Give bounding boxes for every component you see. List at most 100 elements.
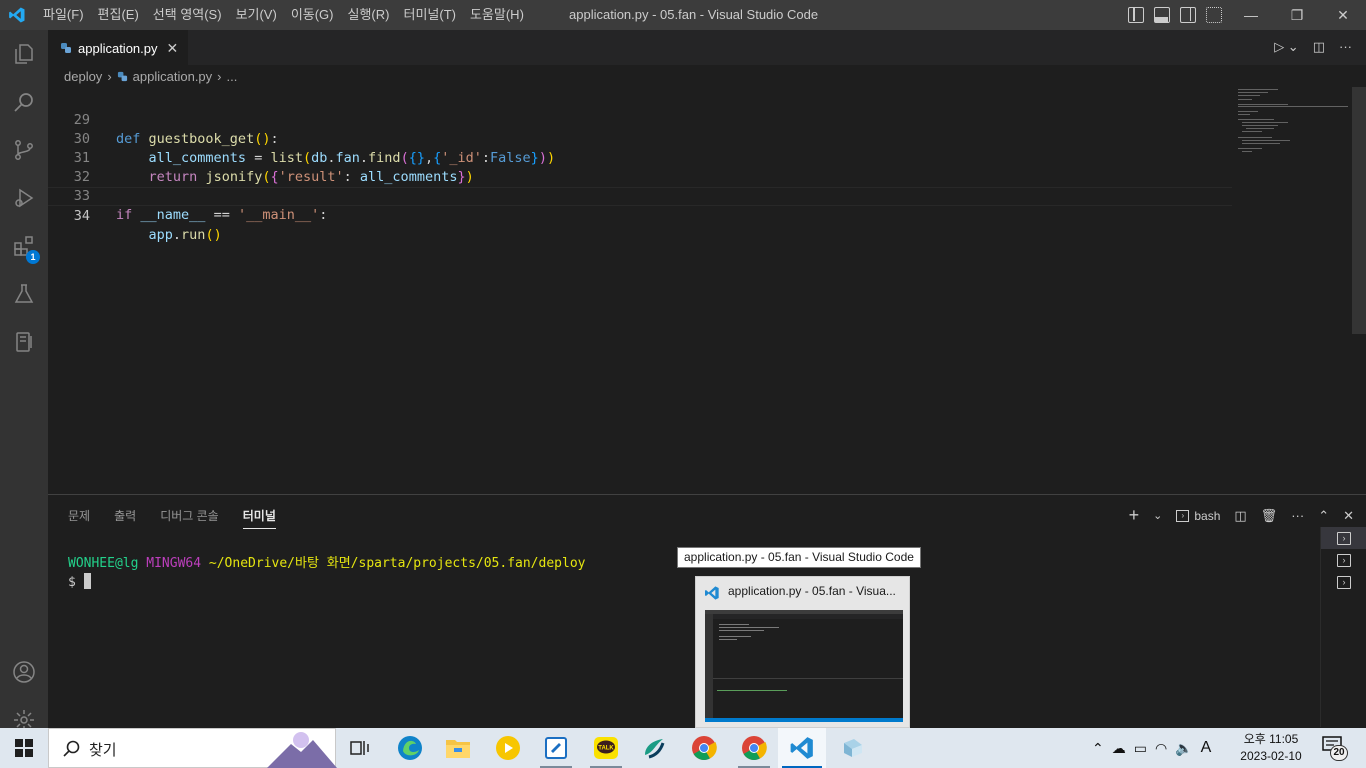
vscode-logo-icon: [705, 586, 719, 600]
editor-scrollbar[interactable]: [1352, 87, 1366, 494]
more-actions-icon[interactable]: ···: [1339, 39, 1352, 55]
terminal-system: MINGW64: [146, 556, 202, 571]
extensions-badge: 1: [26, 250, 40, 264]
minimap[interactable]: [1238, 87, 1356, 167]
code-line: 29 def guestbook_get():: [48, 92, 1232, 147]
file-explorer-icon[interactable]: [434, 728, 482, 768]
taskbar-search-box[interactable]: 찾기: [48, 728, 337, 768]
menu-view[interactable]: 보기(V): [229, 0, 284, 30]
toggle-secondary-sidebar-icon[interactable]: [1180, 7, 1196, 23]
menu-run[interactable]: 실행(R): [341, 0, 397, 30]
terminal-icon: ›: [1337, 553, 1351, 567]
terminal-instance[interactable]: ›: [1321, 527, 1366, 549]
breadcrumb-folder[interactable]: deploy: [64, 69, 102, 84]
chevron-down-icon[interactable]: ⌄: [1153, 509, 1162, 522]
restore-icon[interactable]: ❐: [1274, 0, 1320, 30]
terminal-prompt: $: [68, 575, 76, 590]
menu-edit[interactable]: 편집(E): [91, 0, 146, 30]
breadcrumb-file[interactable]: application.py: [133, 69, 213, 84]
svg-text:TALK: TALK: [598, 746, 614, 752]
notification-center[interactable]: 20: [1322, 736, 1348, 761]
testing-icon[interactable]: [0, 270, 48, 318]
chrome-icon[interactable]: [680, 728, 728, 768]
panel-actions: + ⌄ › bash ◫ 🗑 ··· ⌃ ✕: [1129, 505, 1354, 526]
taskbar-thumbnail[interactable]: application.py - 05.fan - Visua...: [695, 576, 910, 728]
terminal-instance[interactable]: ›: [1321, 549, 1366, 571]
menu-file[interactable]: 파일(F): [36, 0, 91, 30]
menu-help[interactable]: 도움말(H): [463, 0, 531, 30]
thumbnail-preview: [705, 610, 903, 722]
search-icon[interactable]: [0, 78, 48, 126]
window-title: application.py - 05.fan - Visual Studio …: [569, 7, 819, 22]
line-number: 34: [73, 208, 90, 224]
tab-terminal[interactable]: 터미널: [242, 507, 276, 529]
extensions-icon[interactable]: 1: [0, 222, 48, 270]
taskbar-clock[interactable]: 오후 11:05 2023-02-10: [1238, 731, 1304, 765]
tab-problems[interactable]: 문제: [68, 507, 90, 529]
search-highlight-icon: [267, 732, 337, 768]
run-python-icon[interactable]: ▷ ⌄: [1274, 39, 1299, 55]
remote-explorer-icon[interactable]: [0, 318, 48, 366]
python-file-icon: [61, 43, 71, 53]
edge-icon[interactable]: [386, 728, 434, 768]
run-debug-icon[interactable]: [0, 174, 48, 222]
scrollbar-slider[interactable]: [1352, 87, 1366, 334]
chrome-profile-icon[interactable]: [730, 728, 778, 768]
chevron-up-icon[interactable]: ⌃: [1092, 740, 1104, 757]
tab-label: application.py: [78, 40, 158, 56]
breadcrumb: deploy › application.py › ...: [48, 65, 1366, 87]
tab-debug-console[interactable]: 디버그 콘솔: [160, 507, 219, 529]
panel-tabs: 문제 출력 디버그 콘솔 터미널: [68, 507, 276, 529]
trash-icon[interactable]: 🗑: [1261, 508, 1278, 524]
wifi-icon[interactable]: ◠: [1155, 740, 1167, 757]
menu-go[interactable]: 이동(G): [284, 0, 341, 30]
customize-layout-icon[interactable]: [1206, 7, 1222, 23]
toggle-panel-icon[interactable]: [1154, 7, 1170, 23]
title-bar: 파일(F) 편집(E) 선택 영역(S) 보기(V) 이동(G) 실행(R) 터…: [0, 0, 1366, 30]
terminal-shell[interactable]: › bash: [1176, 509, 1220, 523]
menu-terminal[interactable]: 터미널(T): [396, 0, 462, 30]
kakaotalk-icon[interactable]: TALK: [582, 728, 630, 768]
app-swirl-icon[interactable]: [630, 728, 678, 768]
notepad-app-icon[interactable]: [532, 728, 580, 768]
editor-tab-bar: application.py ✕ ▷ ⌄ ◫ ···: [48, 30, 1366, 65]
more-actions-icon[interactable]: ···: [1291, 508, 1304, 523]
notebook-app-icon[interactable]: [828, 728, 876, 768]
terminal-path: ~/OneDrive/바탕 화면/sparta/projects/05.fan/…: [208, 556, 586, 571]
search-placeholder: 찾기: [89, 742, 117, 759]
code-editor[interactable]: 29 def guestbook_get(): 30 all_comments …: [48, 87, 1366, 494]
maximize-panel-icon[interactable]: ⌃: [1318, 508, 1329, 524]
source-control-icon[interactable]: [0, 126, 48, 174]
battery-icon[interactable]: ▭: [1134, 740, 1147, 757]
media-player-icon[interactable]: [484, 728, 532, 768]
terminal-icon: ›: [1176, 509, 1190, 522]
vscode-taskbar-icon[interactable]: [778, 728, 826, 768]
task-view-icon[interactable]: [336, 728, 384, 768]
explorer-icon[interactable]: [0, 30, 48, 78]
terminal-output[interactable]: WONHEE@lg MINGW64 ~/OneDrive/바탕 화면/spart…: [68, 555, 585, 592]
terminal-instance[interactable]: ›: [1321, 571, 1366, 593]
close-panel-icon[interactable]: ✕: [1343, 508, 1354, 524]
code-line-current: 34 app.run(): [48, 187, 1232, 243]
split-editor-icon[interactable]: ◫: [1313, 39, 1325, 55]
ime-indicator[interactable]: A: [1201, 739, 1212, 757]
split-terminal-icon[interactable]: ◫: [1234, 508, 1246, 524]
code-text: if __name__ == '__main__':: [116, 207, 328, 223]
window-controls: — ❐ ✕: [1228, 0, 1366, 30]
speaker-icon[interactable]: 🔈: [1175, 740, 1192, 757]
new-terminal-icon[interactable]: +: [1129, 505, 1140, 526]
vscode-logo-icon[interactable]: [8, 6, 26, 24]
menu-selection[interactable]: 선택 영역(S): [146, 0, 229, 30]
accounts-icon[interactable]: [0, 648, 48, 696]
tab-application-py[interactable]: application.py ✕: [48, 30, 188, 65]
minimize-icon[interactable]: —: [1228, 0, 1274, 30]
tab-close-icon[interactable]: ✕: [167, 40, 179, 57]
breadcrumb-symbol[interactable]: ...: [227, 69, 238, 84]
editor-actions: ▷ ⌄ ◫ ···: [1274, 39, 1352, 55]
cloud-sync-icon[interactable]: ☁: [1112, 740, 1126, 757]
windows-start-icon[interactable]: [0, 728, 48, 768]
tab-output[interactable]: 출력: [114, 507, 136, 529]
menu-bar: 파일(F) 편집(E) 선택 영역(S) 보기(V) 이동(G) 실행(R) 터…: [36, 0, 531, 30]
close-icon[interactable]: ✕: [1320, 0, 1366, 30]
toggle-sidebar-icon[interactable]: [1128, 7, 1144, 23]
